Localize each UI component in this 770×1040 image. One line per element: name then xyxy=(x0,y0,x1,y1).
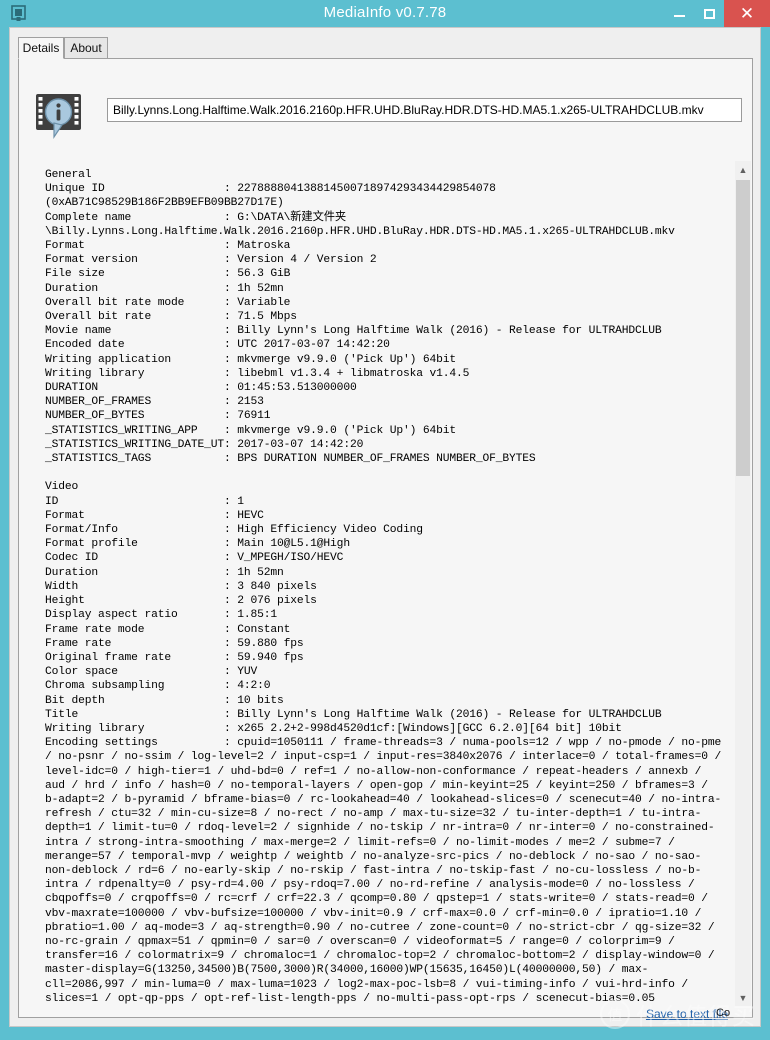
tab-about[interactable]: About xyxy=(64,37,108,59)
close-button[interactable]: ✕ xyxy=(724,0,770,27)
scrollbar-thumb[interactable] xyxy=(736,180,750,476)
filename-input[interactable]: Billy.Lynns.Long.Halftime.Walk.2016.2160… xyxy=(107,98,742,122)
scroll-up-icon[interactable]: ▲ xyxy=(735,161,751,178)
window-title: MediaInfo v0.7.78 xyxy=(323,4,447,21)
maximize-icon xyxy=(703,8,715,19)
tab-details[interactable]: Details xyxy=(18,37,64,59)
mediainfo-window: MediaInfo v0.7.78 ✕ Details About Billy.… xyxy=(0,0,770,1040)
mediainfo-filmstrip-info-icon xyxy=(34,92,87,145)
scroll-down-icon[interactable]: ▼ xyxy=(735,989,751,1006)
media-info-text-area[interactable]: General Unique ID : 22788880413881450071… xyxy=(34,161,742,1006)
minimize-button[interactable] xyxy=(664,0,694,27)
maximize-button[interactable] xyxy=(694,0,724,27)
title-bar: MediaInfo v0.7.78 ✕ xyxy=(0,0,770,27)
details-tab-panel: Billy.Lynns.Long.Halftime.Walk.2016.2160… xyxy=(18,58,753,1021)
save-to-text-file-link[interactable]: Save to text file xyxy=(646,1007,728,1021)
close-icon: ✕ xyxy=(739,4,755,23)
minimize-icon xyxy=(673,15,685,17)
media-info-report: General Unique ID : 22788880413881450071… xyxy=(45,169,722,1005)
vertical-scrollbar[interactable]: ▲ ▼ xyxy=(735,161,751,1006)
client-area: Details About Billy.Lynns.Long.Halftime.… xyxy=(9,27,761,1027)
tab-strip: Details About xyxy=(18,37,754,59)
